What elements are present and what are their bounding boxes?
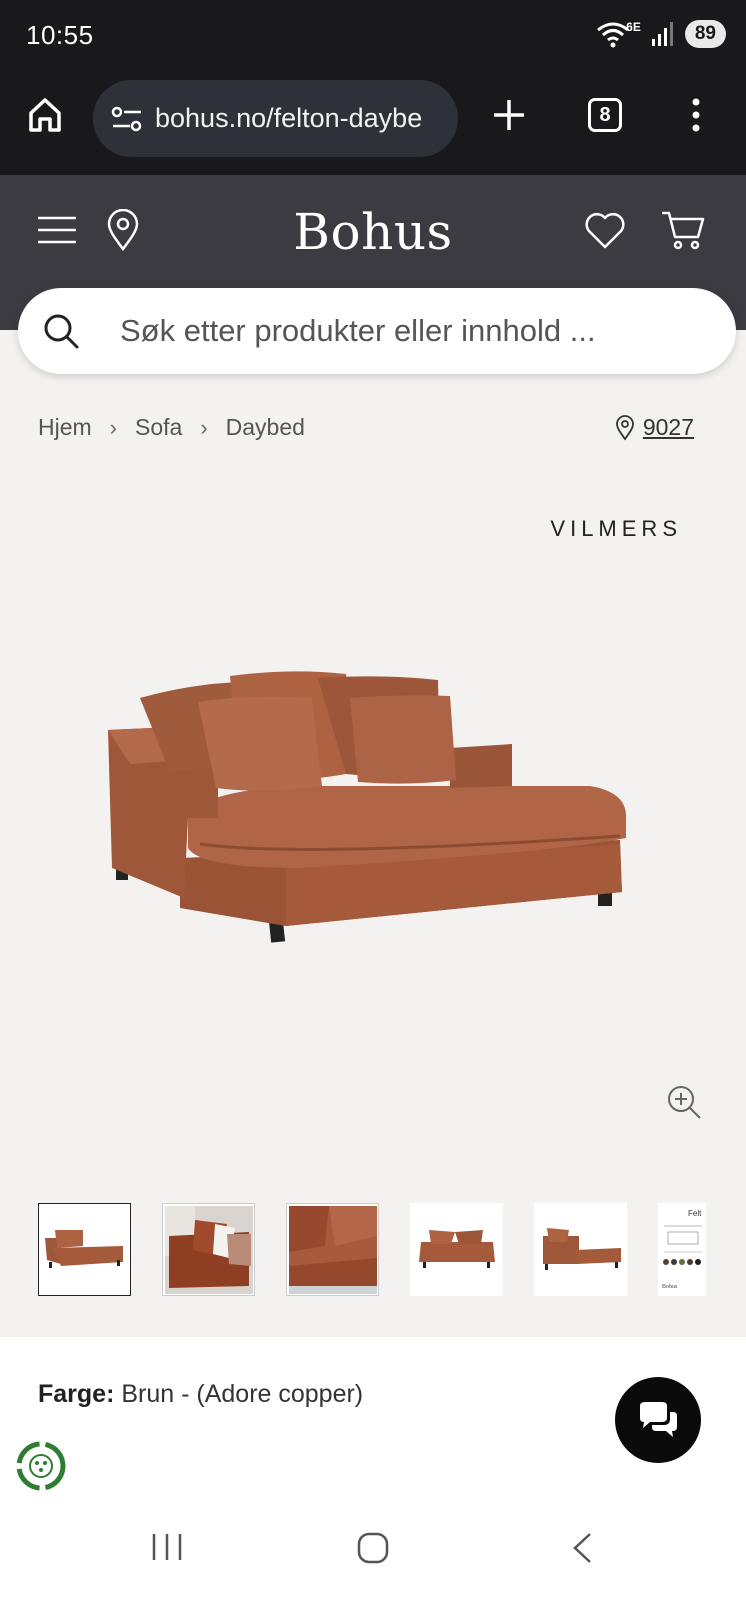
bohus-logo[interactable]: Bohus bbox=[0, 203, 746, 261]
chevron-right-icon: › bbox=[200, 414, 208, 440]
network-type: 6E bbox=[626, 20, 641, 34]
color-value: Brun - (Adore copper) bbox=[121, 1380, 364, 1408]
browser-menu-icon[interactable] bbox=[690, 98, 702, 132]
thumb-closeup[interactable] bbox=[286, 1203, 379, 1296]
breadcrumb-sofa[interactable]: Sofa bbox=[135, 414, 182, 441]
location-pin-icon bbox=[615, 414, 634, 441]
battery-indicator: 89 bbox=[684, 20, 726, 48]
url-text: bohus.no/felton-daybe bbox=[155, 103, 423, 133]
thumb-datasheet[interactable]: Felt Bohus bbox=[658, 1203, 706, 1296]
status-icons: 6E 89 bbox=[596, 20, 726, 48]
back-nav-icon[interactable] bbox=[570, 1531, 594, 1565]
datasheet-label: Felt bbox=[688, 1209, 702, 1218]
svg-text:Bohus: Bohus bbox=[662, 1284, 678, 1290]
sustainability-badge-icon[interactable] bbox=[14, 1439, 68, 1498]
browser-toolbar: bohus.no/felton-daybe 8 bbox=[0, 72, 746, 175]
home-nav-icon[interactable] bbox=[356, 1531, 390, 1565]
site-settings-icon[interactable] bbox=[111, 104, 143, 134]
tab-switcher-button[interactable]: 8 bbox=[588, 98, 622, 132]
wifi-icon bbox=[597, 22, 630, 48]
store-number: 9027 bbox=[642, 414, 694, 440]
recent-apps-icon[interactable] bbox=[150, 1531, 184, 1563]
product-image-daybed[interactable] bbox=[100, 668, 640, 978]
chat-button[interactable] bbox=[615, 1377, 701, 1463]
shopping-cart-icon[interactable] bbox=[660, 209, 706, 251]
thumbnail-strip: Felt Bohus bbox=[38, 1203, 710, 1298]
product-info-panel: Farge: Brun - (Adore copper) bbox=[0, 1337, 746, 1507]
color-label: Farge: bbox=[38, 1380, 115, 1408]
home-icon[interactable] bbox=[26, 96, 64, 134]
chat-bubbles-icon bbox=[640, 1402, 677, 1437]
thumb-front[interactable] bbox=[410, 1203, 503, 1296]
thumb-side[interactable] bbox=[534, 1203, 627, 1296]
wishlist-heart-icon[interactable] bbox=[584, 211, 626, 249]
chevron-right-icon: › bbox=[109, 414, 117, 440]
selected-store-link[interactable]: 9027 bbox=[615, 414, 694, 441]
zoom-in-icon[interactable] bbox=[666, 1084, 702, 1125]
thumb-front-angle[interactable] bbox=[38, 1203, 131, 1296]
new-tab-icon[interactable] bbox=[492, 98, 526, 132]
breadcrumb: Hjem › Sofa › Daybed bbox=[38, 414, 305, 441]
tab-count: 8 bbox=[588, 98, 622, 132]
system-nav-bar bbox=[0, 1507, 746, 1600]
signal-icon bbox=[651, 22, 673, 46]
breadcrumb-daybed[interactable]: Daybed bbox=[226, 414, 305, 441]
address-bar[interactable]: bohus.no/felton-daybe bbox=[93, 80, 458, 157]
search-icon[interactable] bbox=[42, 312, 80, 350]
search-input[interactable] bbox=[120, 288, 710, 374]
breadcrumb-home[interactable]: Hjem bbox=[38, 414, 92, 441]
status-time: 10:55 bbox=[26, 20, 94, 50]
search-bar[interactable] bbox=[18, 288, 736, 374]
color-selection: Farge: Brun - (Adore copper) bbox=[38, 1380, 363, 1409]
brand-logo: VILMERS bbox=[550, 516, 682, 541]
status-bar: 10:55 6E 89 bbox=[0, 0, 746, 72]
thumb-interior[interactable] bbox=[162, 1203, 255, 1296]
